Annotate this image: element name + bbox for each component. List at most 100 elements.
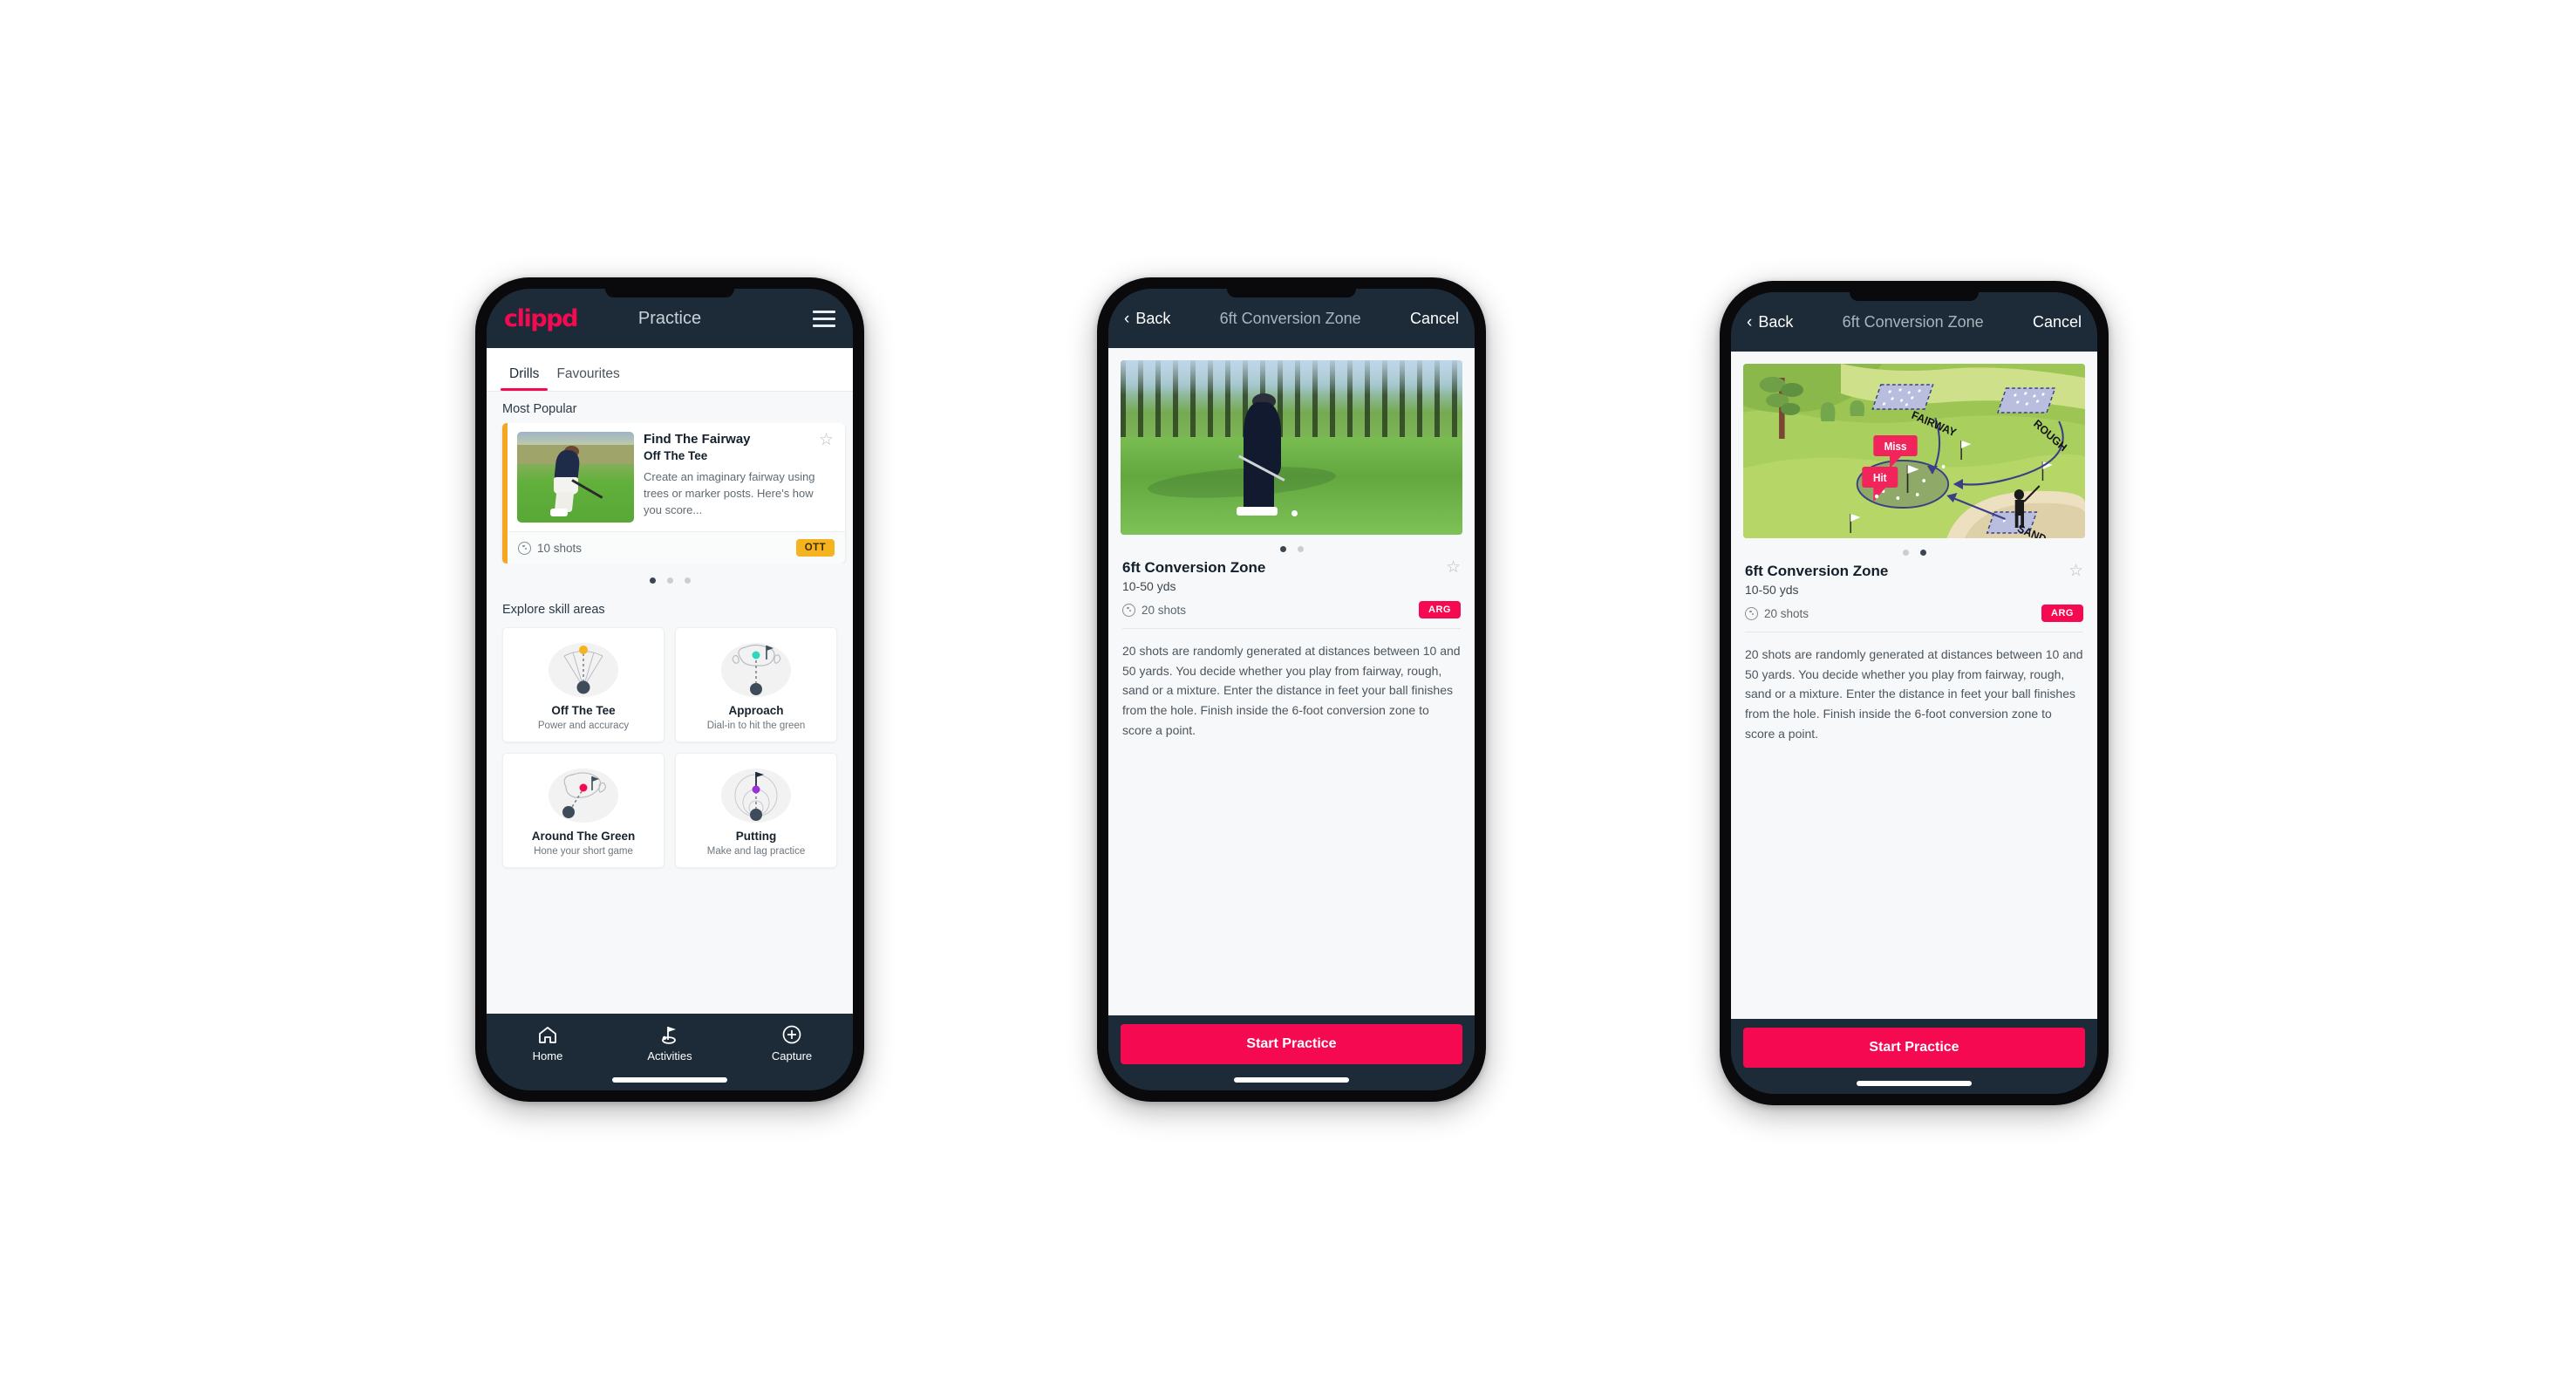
carousel-dot-2[interactable]	[666, 577, 673, 584]
back-label: Back	[1758, 312, 1794, 331]
putting-rings-icon	[681, 765, 831, 824]
nav-bar: ‹ Back 6ft Conversion Zone Cancel	[1731, 292, 2097, 352]
skill-desc: Hone your short game	[534, 846, 633, 857]
nav-item-capture[interactable]: Capture	[731, 1023, 853, 1062]
drill-card[interactable]: Find The Fairway Off The Tee ☆ Create an…	[502, 423, 845, 564]
drill-description: 20 shots are randomly generated at dista…	[1122, 644, 1461, 737]
nav-label-activities: Activities	[647, 1049, 692, 1062]
skill-card-putting[interactable]: Putting Make and lag practice	[675, 753, 837, 868]
home-indicator	[612, 1077, 727, 1083]
drill-category: Off The Tee	[644, 449, 708, 463]
svg-text:Hit: Hit	[1873, 472, 1887, 484]
nav-bar: ‹ Back 6ft Conversion Zone Cancel	[1108, 289, 1475, 348]
drill-shots: 20 shots	[1122, 603, 1186, 617]
drill-thumbnail	[517, 432, 634, 523]
drill-shots: 20 shots	[1745, 606, 1809, 620]
nav-label-capture: Capture	[771, 1049, 813, 1062]
nav-item-activities[interactable]: Activities	[609, 1023, 731, 1062]
hero-dot-1[interactable]	[1279, 546, 1286, 552]
skill-card-approach[interactable]: Approach Dial-in to hit the green	[675, 627, 837, 742]
drill-shots-label: 10 shots	[537, 541, 583, 555]
skill-desc: Make and lag practice	[706, 846, 806, 857]
tee-dispersion-icon	[508, 639, 658, 699]
drill-header: 6ft Conversion Zone 10-50 yds ☆ 20 shots…	[1108, 557, 1475, 618]
drill-info: Find The Fairway Off The Tee ☆ Create an…	[644, 432, 835, 523]
explore-skill-areas-label: Explore skill areas	[502, 603, 605, 617]
back-button[interactable]: ‹ Back	[1124, 310, 1170, 328]
star-outline-icon[interactable]: ☆	[2068, 563, 2083, 579]
detail-content: FAIRWAY ROUGH SAND Miss Hit 6ft Conversi…	[1731, 352, 2097, 1019]
carousel-dot-1[interactable]	[649, 577, 656, 584]
phone3-screen: ‹ Back 6ft Conversion Zone Cancel FAIRWA…	[1731, 292, 2097, 1094]
hero-dot-2[interactable]	[1919, 550, 1926, 556]
drill-carousel[interactable]: Find The Fairway Off The Tee ☆ Create an…	[487, 423, 853, 564]
drill-card-top: Find The Fairway Off The Tee ☆ Create an…	[508, 423, 845, 531]
cancel-button[interactable]: Cancel	[2033, 313, 2082, 331]
notch	[605, 289, 734, 297]
golf-course-diagram: FAIRWAY ROUGH SAND Miss Hit	[1743, 364, 2085, 538]
drill-card-footer: 10 shots OTT	[508, 531, 845, 564]
drill-shots: 10 shots	[518, 541, 583, 555]
carousel-dots	[487, 564, 853, 592]
nav-title: 6ft Conversion Zone	[1842, 312, 1984, 331]
detail-content: 6ft Conversion Zone 10-50 yds ☆ 20 shots…	[1108, 348, 1475, 1015]
skill-name: Approach	[728, 704, 784, 717]
hero-dot-2[interactable]	[1297, 546, 1304, 552]
skill-desc: Power and accuracy	[537, 721, 630, 731]
status-badge: OTT	[795, 539, 835, 557]
phone2-screen: ‹ Back 6ft Conversion Zone Cancel 6ft Co…	[1108, 289, 1475, 1090]
skill-name: Off The Tee	[551, 704, 616, 717]
drill-distance: 10-50 yds	[1745, 583, 1799, 597]
most-popular-label: Most Popular	[502, 402, 577, 416]
plus-circle-icon	[731, 1023, 853, 1046]
svg-text:Miss: Miss	[1884, 441, 1907, 453]
chevron-left-icon: ‹	[1747, 312, 1753, 331]
tab-drills[interactable]: Drills	[501, 366, 549, 391]
drill-distance: 10-50 yds	[1122, 579, 1176, 593]
status-badge: ARG	[2041, 605, 2083, 622]
drill-hero-illustration[interactable]: FAIRWAY ROUGH SAND Miss Hit	[1743, 364, 2085, 538]
tab-favourites[interactable]: Favourites	[548, 366, 628, 391]
phone-mockup-drill-detail-diagram: ‹ Back 6ft Conversion Zone Cancel FAIRWA…	[1720, 281, 2109, 1105]
content-scroll[interactable]: Most Popular Find The Fairway Off The Te…	[487, 392, 853, 1014]
star-outline-icon[interactable]: ☆	[1446, 559, 1461, 576]
back-button[interactable]: ‹ Back	[1747, 313, 1793, 331]
start-practice-button[interactable]: Start Practice	[1121, 1024, 1462, 1064]
drill-title: 6ft Conversion Zone	[1745, 563, 1889, 579]
approach-green-icon	[681, 639, 831, 699]
around-green-icon	[508, 765, 658, 824]
drill-title: 6ft Conversion Zone	[1122, 559, 1266, 576]
nav-item-home[interactable]: Home	[487, 1023, 609, 1062]
skill-card-off-the-tee[interactable]: Off The Tee Power and accuracy	[502, 627, 664, 742]
app-bar: clippd Practice	[487, 289, 853, 348]
carousel-dot-3[interactable]	[684, 577, 691, 584]
start-practice-button[interactable]: Start Practice	[1743, 1028, 2085, 1068]
skill-name: Putting	[735, 830, 777, 843]
nav-label-home: Home	[532, 1049, 563, 1062]
skill-areas-grid: Off The Tee Power and accuracy Approach …	[487, 624, 853, 882]
drill-header: 6ft Conversion Zone 10-50 yds ☆ 20 shots…	[1731, 561, 2097, 622]
back-label: Back	[1135, 309, 1171, 327]
phone1-screen: clippd Practice Drills Favourites Most P…	[487, 289, 853, 1090]
hero-carousel-dots	[1731, 538, 2097, 561]
home-indicator	[1234, 1077, 1349, 1083]
skill-desc: Dial-in to hit the green	[706, 721, 806, 731]
nav-title: 6ft Conversion Zone	[1219, 309, 1361, 327]
hamburger-icon[interactable]	[813, 310, 835, 327]
star-outline-icon[interactable]: ☆	[819, 432, 834, 448]
golf-flag-icon	[609, 1023, 731, 1046]
phone-mockup-drill-detail-photo: ‹ Back 6ft Conversion Zone Cancel 6ft Co…	[1097, 277, 1486, 1102]
phone-mockup-practice-list: clippd Practice Drills Favourites Most P…	[475, 277, 864, 1102]
shots-icon	[1745, 606, 1758, 620]
skill-card-around-the-green[interactable]: Around The Green Hone your short game	[502, 753, 664, 868]
drill-hero-photo[interactable]	[1121, 360, 1462, 535]
chevron-left-icon: ‹	[1124, 309, 1130, 328]
hero-dot-1[interactable]	[1902, 550, 1909, 556]
shots-icon	[518, 541, 531, 555]
drill-shots-label: 20 shots	[1764, 606, 1809, 620]
drill-title: Find The Fairway	[644, 432, 751, 447]
home-indicator	[1857, 1081, 1972, 1086]
clippd-logo[interactable]: clippd	[504, 305, 579, 332]
notch	[1227, 289, 1356, 297]
cancel-button[interactable]: Cancel	[1410, 310, 1459, 328]
